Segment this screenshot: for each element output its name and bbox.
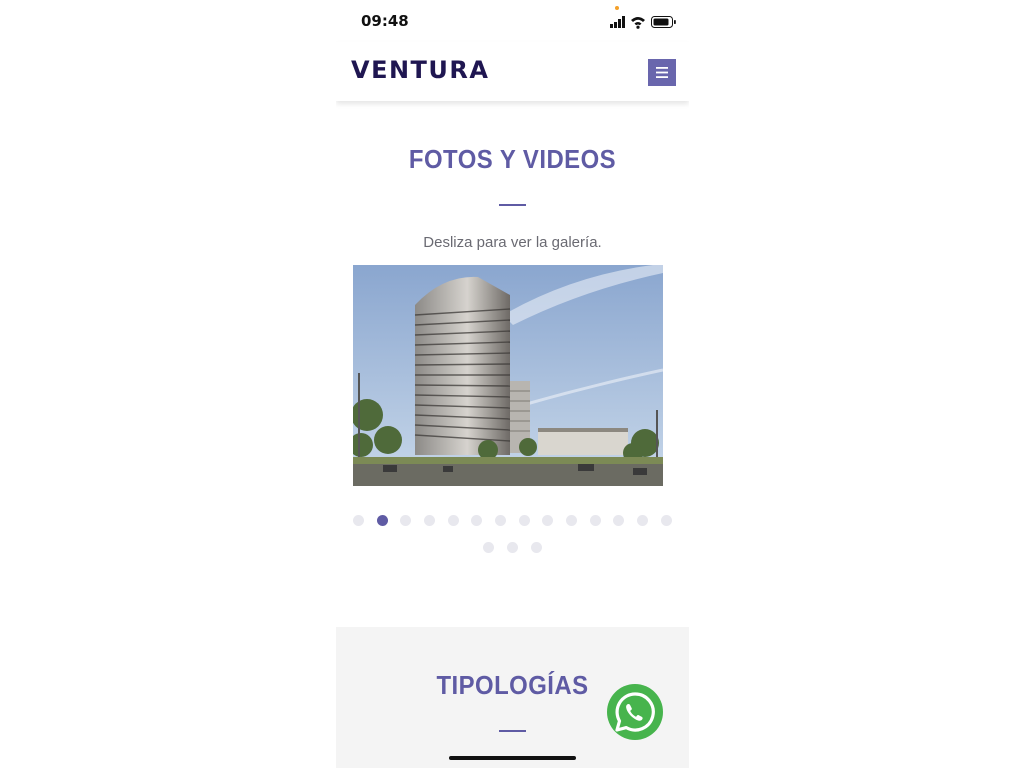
gallery-dot-11[interactable]	[590, 515, 601, 526]
gallery-dot-9[interactable]	[542, 515, 553, 526]
gallery-dot-3[interactable]	[400, 515, 411, 526]
gallery-dot-15[interactable]	[483, 542, 494, 553]
gallery-dot-7[interactable]	[495, 515, 506, 526]
gallery-dot-5[interactable]	[448, 515, 459, 526]
gallery-dot-4[interactable]	[424, 515, 435, 526]
tipologias-title-divider	[499, 730, 526, 732]
gallery-dot-10[interactable]	[566, 515, 577, 526]
gallery-dot-2-active[interactable]	[377, 515, 388, 526]
mobile-viewport: 09:48 VENTURA FOTOS Y VIDEOS Desliza par…	[336, 0, 689, 768]
gallery-dot-13[interactable]	[637, 515, 648, 526]
gallery-dot-8[interactable]	[519, 515, 530, 526]
whatsapp-button[interactable]	[607, 684, 663, 740]
gallery-dot-17[interactable]	[531, 542, 542, 553]
whatsapp-icon	[615, 692, 655, 732]
gallery-dot-14[interactable]	[661, 515, 672, 526]
gallery-dot-6[interactable]	[471, 515, 482, 526]
gallery-dot-16[interactable]	[507, 542, 518, 553]
gallery-dot-1[interactable]	[353, 515, 364, 526]
home-indicator[interactable]	[449, 756, 576, 760]
gallery-pagination	[336, 0, 689, 560]
gallery-dot-12[interactable]	[613, 515, 624, 526]
